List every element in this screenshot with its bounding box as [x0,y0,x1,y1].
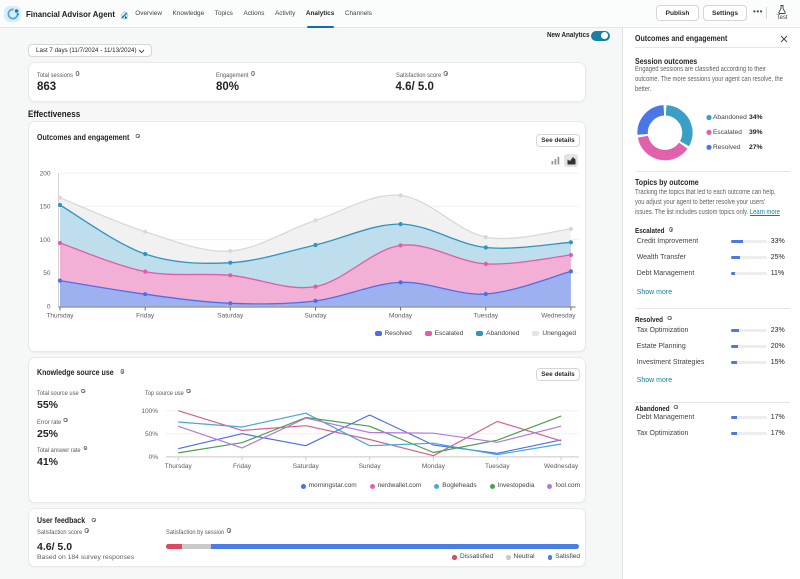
svg-text:Sunday: Sunday [359,463,382,470]
svg-text:Friday: Friday [233,463,252,470]
svg-text:50%: 50% [145,431,158,438]
svg-text:Monday: Monday [422,463,446,470]
svg-text:Wednesday: Wednesday [544,463,579,470]
svg-text:Wednesday: Wednesday [541,312,576,319]
svg-text:Tuesday: Tuesday [473,312,498,319]
svg-text:0%: 0% [149,454,159,461]
svg-text:Tuesday: Tuesday [485,463,510,470]
svg-text:100%: 100% [141,408,158,415]
svg-text:Thursday: Thursday [46,312,74,319]
svg-text:Thursday: Thursday [165,463,193,470]
svg-text:50: 50 [43,270,51,277]
svg-text:200: 200 [40,170,51,177]
svg-text:Monday: Monday [389,312,413,319]
svg-text:150: 150 [40,203,51,210]
svg-text:Saturday: Saturday [293,463,320,470]
svg-text:0: 0 [47,303,51,310]
svg-text:100: 100 [40,236,51,243]
svg-text:Sunday: Sunday [304,312,327,319]
svg-text:Saturday: Saturday [217,312,244,319]
svg-text:Friday: Friday [136,312,155,319]
